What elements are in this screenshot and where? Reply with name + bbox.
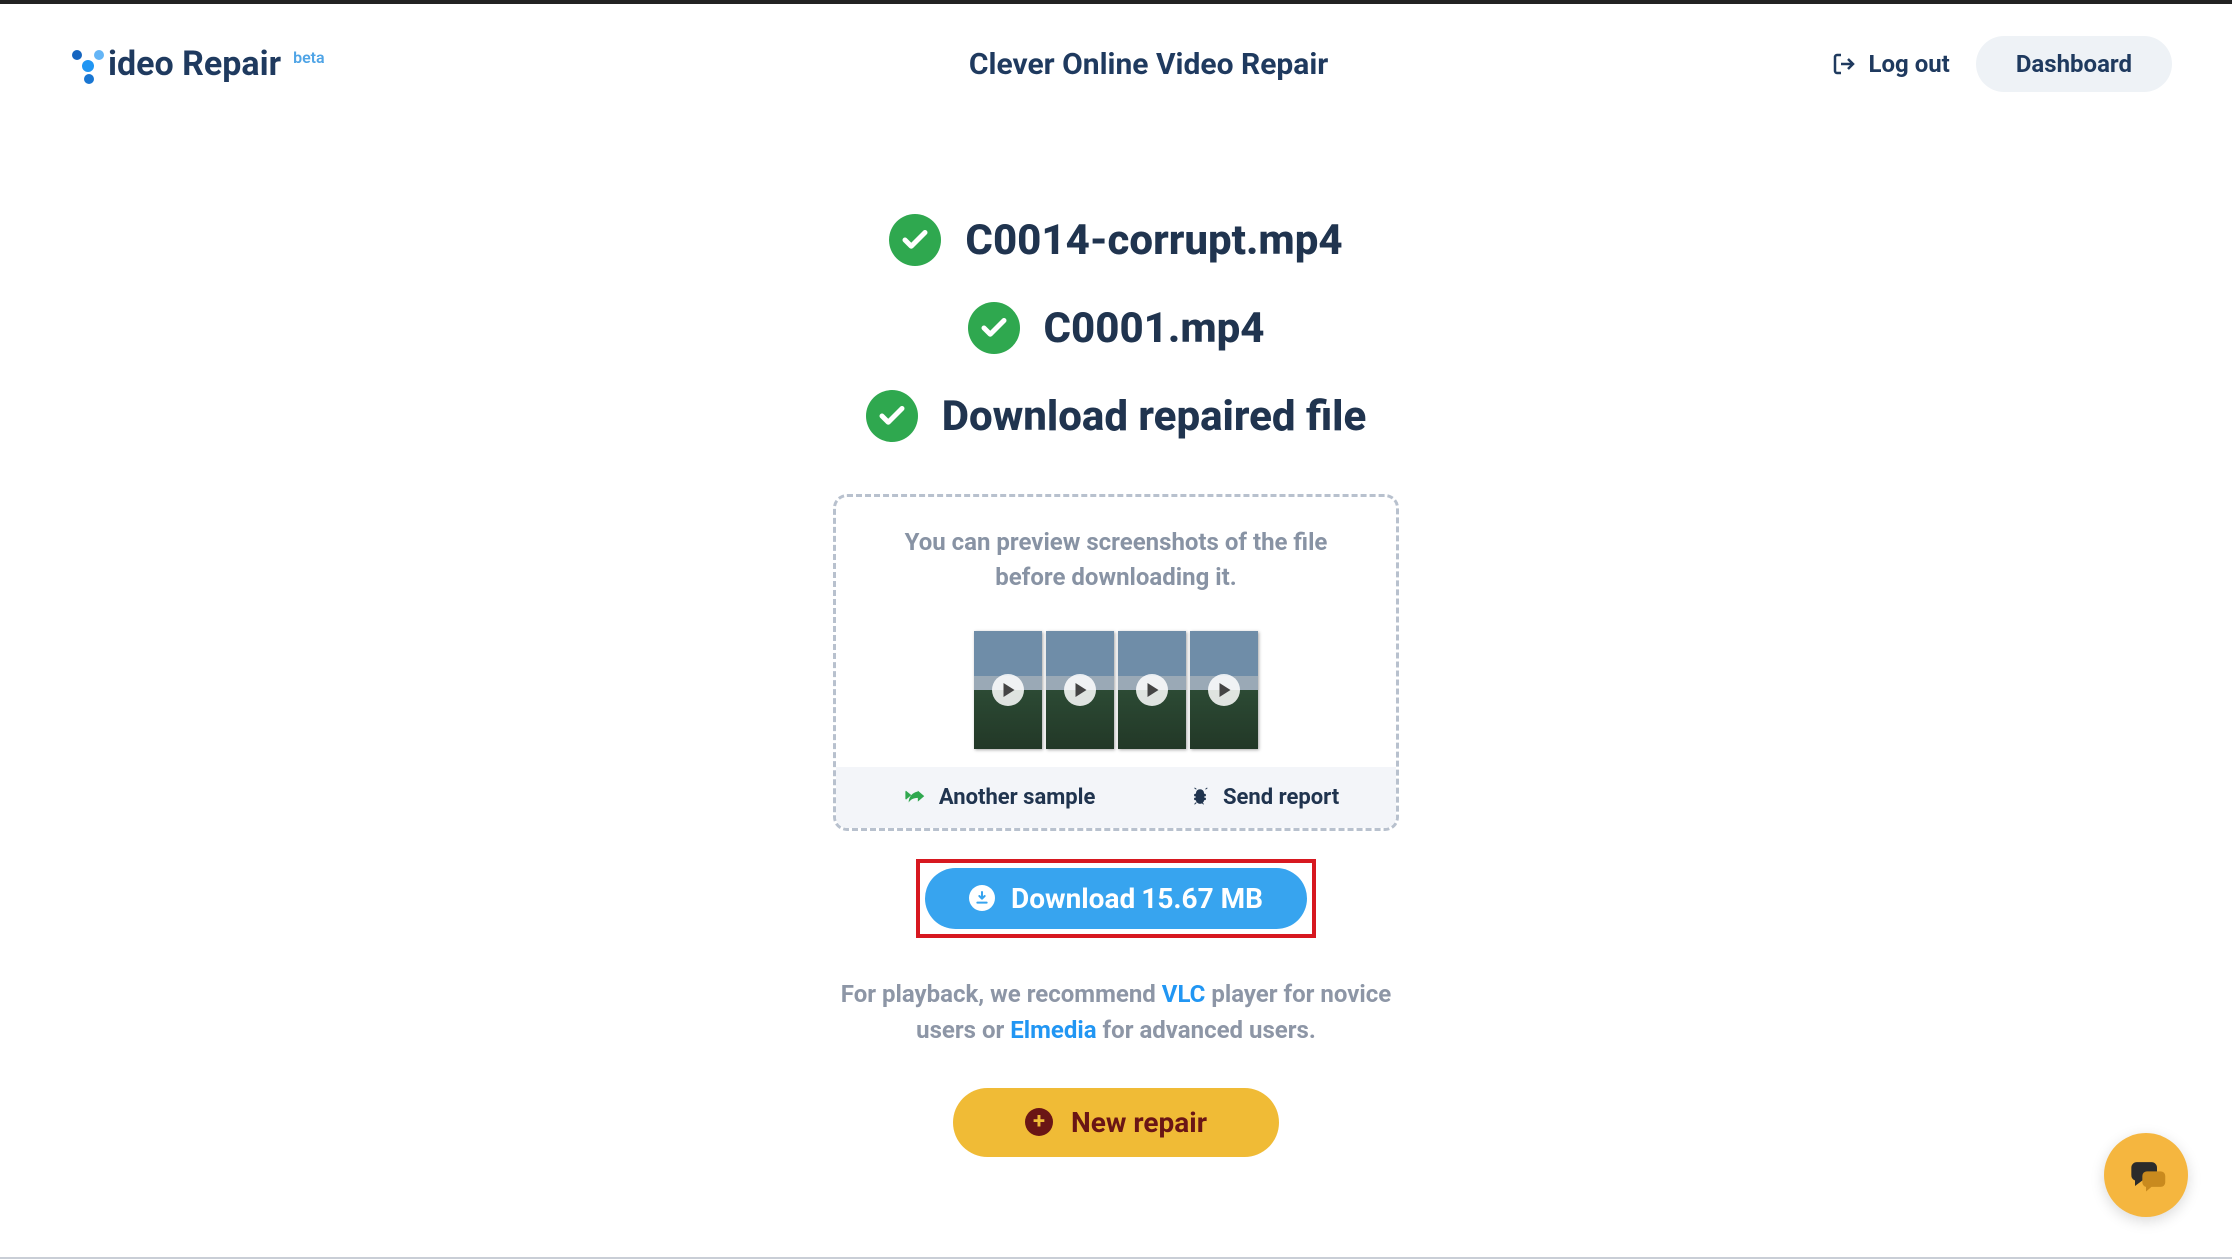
step-broken-file: C0014-corrupt.mp4 [889,214,1342,266]
reco-text: For playback, we recommend [841,980,1162,1008]
sample-file-name: C0001.mp4 [1044,304,1265,353]
download-button[interactable]: Download 15.67 MB [925,868,1307,929]
download-label-prefix: Download [1011,882,1135,915]
preview-body: You can preview screenshots of the file … [836,497,1396,767]
thumbnail[interactable] [1046,631,1114,749]
preview-card: You can preview screenshots of the file … [833,494,1399,831]
send-report-button[interactable]: Send report [1189,785,1339,810]
thumbnail[interactable] [974,631,1042,749]
logo-beta-badge: beta [293,48,325,67]
step-sample-file: C0001.mp4 [968,302,1265,354]
logo[interactable]: ideo Repair beta [70,44,325,84]
preview-footer: Another sample Send report [836,767,1396,828]
check-icon [889,214,941,266]
header: ideo Repair beta Clever Online Video Rep… [0,4,2232,124]
broken-file-name: C0014-corrupt.mp4 [965,216,1342,265]
playback-recommendation: For playback, we recommend VLC player fo… [836,976,1396,1048]
new-repair-label: New repair [1071,1106,1207,1139]
logout-button[interactable]: Log out [1832,50,1949,78]
share-arrow-icon [905,786,927,808]
dashboard-button[interactable]: Dashboard [1976,36,2172,92]
logo-v-icon [70,44,110,84]
check-icon [866,390,918,442]
preview-thumbnails [876,631,1356,749]
logo-text: ideo Repair [108,44,281,84]
bug-icon [1189,786,1211,808]
download-icon [969,885,995,911]
check-icon [968,302,1020,354]
logout-icon [1832,52,1856,76]
new-repair-button[interactable]: + New repair [953,1088,1279,1157]
reco-text: for advanced users. [1097,1016,1316,1044]
download-highlight: Download 15.67 MB [916,859,1316,938]
thumbnail[interactable] [1118,631,1186,749]
vlc-link[interactable]: VLC [1162,980,1206,1008]
page-title: Clever Online Video Repair [465,47,1833,82]
dashboard-label: Dashboard [2016,50,2132,78]
plus-icon: + [1025,1108,1053,1136]
header-actions: Log out Dashboard [1832,36,2172,92]
send-report-label: Send report [1223,785,1339,810]
preview-text: You can preview screenshots of the file … [876,525,1356,595]
main-content: C0014-corrupt.mp4 C0001.mp4 Download rep… [0,124,2232,1157]
download-step-label: Download repaired file [942,392,1367,441]
another-sample-label: Another sample [939,785,1096,810]
another-sample-button[interactable]: Another sample [893,785,1096,810]
chat-fab[interactable] [2104,1133,2188,1217]
step-download: Download repaired file [866,390,1367,442]
thumbnail[interactable] [1190,631,1258,749]
logout-label: Log out [1868,50,1949,78]
elmedia-link[interactable]: Elmedia [1010,1016,1096,1044]
chat-icon [2124,1153,2168,1197]
download-file-size: 15.67 MB [1141,882,1263,915]
